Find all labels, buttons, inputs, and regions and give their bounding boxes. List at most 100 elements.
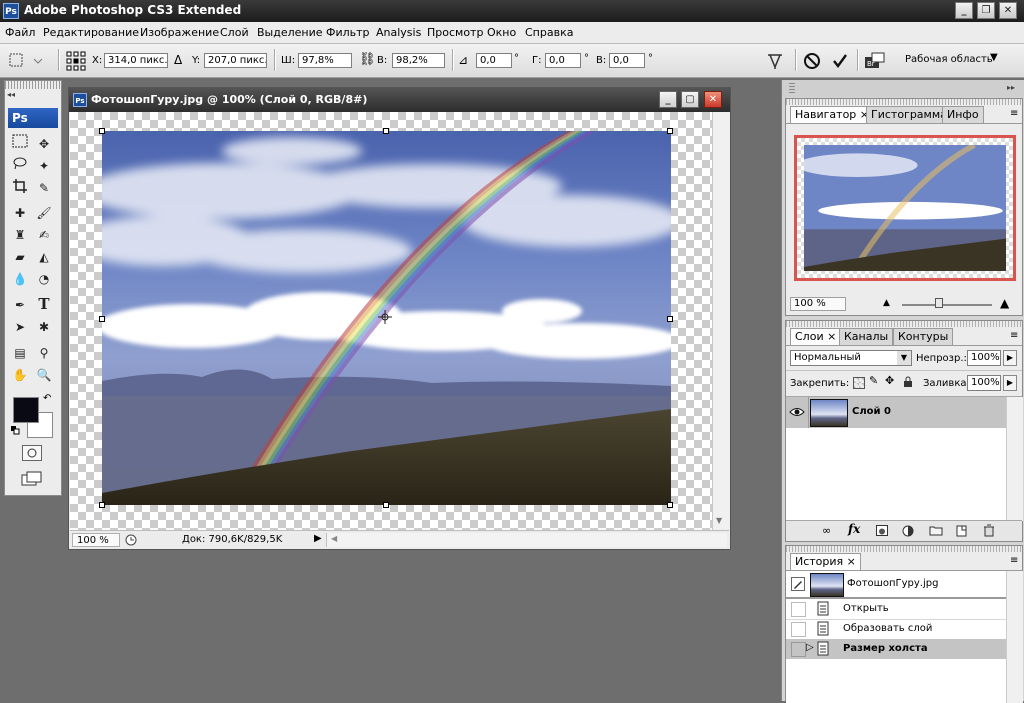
pen-tool-icon[interactable]: ✒	[9, 295, 31, 315]
transform-handle[interactable]	[99, 316, 105, 322]
x-position-input[interactable]: 314,0 пикс.	[104, 53, 168, 68]
zoom-out-icon[interactable]: ▲	[883, 298, 890, 308]
default-colors-icon[interactable]	[11, 425, 20, 435]
collapse-arrows-icon[interactable]: ◂◂	[7, 90, 15, 99]
fill-slider-arrow-icon[interactable]: ▶	[1003, 375, 1017, 391]
brush-tool-icon[interactable]: 🖌	[33, 203, 55, 223]
history-snapshot-row[interactable]: ФотошопГуру.jpg	[786, 571, 1006, 599]
restore-button[interactable]: ❐	[977, 2, 995, 19]
dock-collapse-icon[interactable]: ▸▸	[1007, 83, 1015, 92]
opacity-input[interactable]: 100%	[967, 350, 1001, 366]
crop-tool-icon[interactable]	[9, 178, 31, 198]
path-selection-icon[interactable]: ➤	[9, 317, 31, 337]
zoom-slider-track[interactable]	[902, 304, 992, 306]
tab-histogram[interactable]: Гистограмма	[866, 106, 952, 123]
warp-mode-icon[interactable]	[765, 51, 785, 71]
lock-transparency-icon[interactable]	[853, 377, 865, 389]
clone-stamp-icon[interactable]: ♜	[9, 225, 31, 245]
new-layer-icon[interactable]	[956, 525, 968, 537]
menu-select[interactable]: Выделение	[257, 26, 323, 39]
trash-icon[interactable]	[983, 524, 995, 537]
vertical-skew-input[interactable]: 0,0	[609, 53, 645, 68]
eyedropper-tool-icon[interactable]: ⚲	[33, 343, 55, 363]
navigator-zoom-field[interactable]: 100 %	[790, 297, 846, 311]
layer-name[interactable]: Слой 0	[852, 406, 891, 417]
doc-close-button[interactable]: ✕	[704, 91, 722, 108]
close-tab-icon[interactable]: ×	[847, 555, 856, 568]
layers-scrollbar[interactable]	[1006, 397, 1023, 521]
custom-shape-icon[interactable]: ✱	[33, 317, 55, 337]
doc-minimize-button[interactable]: _	[659, 91, 677, 108]
history-source-brush-icon[interactable]	[791, 577, 805, 591]
transform-handle[interactable]	[667, 316, 673, 322]
transform-handle[interactable]	[383, 502, 389, 508]
type-tool-icon[interactable]: T	[33, 295, 55, 315]
history-state-checkbox[interactable]	[791, 622, 806, 637]
menu-analysis[interactable]: Analysis	[376, 26, 421, 39]
tools-ps-logo[interactable]: Ps	[8, 108, 58, 128]
document-title-bar[interactable]: Ps ФотошопГуру.jpg @ 100% (Слой 0, RGB/8…	[69, 88, 730, 112]
history-brush-icon[interactable]: ✍	[33, 225, 55, 245]
panel-grip[interactable]	[5, 81, 61, 89]
doc-maximize-button[interactable]: ▢	[681, 91, 699, 108]
lock-pixels-icon[interactable]: ✎	[869, 374, 878, 387]
menu-help[interactable]: Справка	[525, 26, 573, 39]
dock-header[interactable]: ▸▸	[782, 80, 1024, 97]
dodge-tool-icon[interactable]: ◔	[33, 269, 55, 289]
commit-checkmark-icon[interactable]	[831, 52, 849, 70]
close-tab-icon[interactable]: ×	[827, 330, 836, 343]
transform-center-point-icon[interactable]	[378, 310, 392, 324]
link-chain-icon[interactable]: ⛓	[359, 52, 376, 67]
link-icon[interactable]: ∞	[822, 524, 831, 537]
dock-grip[interactable]	[789, 83, 795, 94]
history-item-active[interactable]: ▷ Размер холста	[786, 639, 1006, 659]
cancel-icon[interactable]	[803, 52, 821, 70]
fx-icon[interactable]: fx	[848, 522, 860, 536]
transform-handle[interactable]	[99, 128, 105, 134]
lock-all-icon[interactable]	[903, 376, 913, 387]
menu-layer[interactable]: Слой	[220, 26, 249, 39]
hand-tool-icon[interactable]: ✋	[9, 365, 31, 385]
history-state-slider-icon[interactable]: ▷	[806, 642, 814, 653]
mask-icon[interactable]	[876, 525, 888, 536]
blur-tool-icon[interactable]: 💧	[9, 269, 31, 289]
panel-menu-icon[interactable]: ≡	[1010, 555, 1018, 566]
close-button[interactable]: ✕	[999, 2, 1017, 19]
zoom-tool-icon[interactable]: 🔍	[33, 365, 55, 385]
bridge-icon[interactable]: Br	[864, 51, 888, 71]
scroll-left-arrow-icon[interactable]: ◀	[331, 534, 337, 543]
transform-handle[interactable]	[99, 502, 105, 508]
fill-input[interactable]: 100%	[967, 375, 1001, 391]
menu-window[interactable]: Окно	[487, 26, 516, 39]
horizontal-skew-input[interactable]: 0,0	[545, 53, 581, 68]
transform-handle[interactable]	[667, 128, 673, 134]
adjustment-icon[interactable]	[902, 525, 914, 537]
status-clock-icon[interactable]	[124, 533, 140, 547]
minimize-button[interactable]: _	[955, 2, 973, 19]
history-state-checkbox[interactable]	[791, 602, 806, 617]
history-state-checkbox[interactable]	[791, 642, 806, 657]
reference-point-icon[interactable]	[66, 51, 86, 71]
quick-mask-icon[interactable]	[22, 445, 42, 461]
scroll-down-arrow-icon[interactable]: ▼	[716, 516, 722, 525]
screen-mode-icon[interactable]	[21, 471, 45, 487]
swap-colors-icon[interactable]: ↶	[43, 393, 51, 404]
tool-preset-picker[interactable]	[6, 51, 46, 69]
lasso-tool-icon[interactable]	[9, 156, 31, 176]
panel-menu-icon[interactable]: ≡	[1010, 108, 1018, 119]
marquee-tool-icon[interactable]	[9, 134, 31, 154]
tab-layers[interactable]: Слои ×	[790, 328, 842, 345]
zoom-level-field[interactable]: 100 %	[72, 533, 120, 547]
history-item[interactable]: Открыть	[786, 599, 1006, 620]
panel-menu-icon[interactable]: ≡	[1010, 330, 1018, 341]
tab-history[interactable]: История ×	[790, 553, 861, 570]
tab-channels[interactable]: Каналы	[839, 328, 894, 345]
menu-view[interactable]: Просмотр	[427, 26, 483, 39]
blend-mode-dropdown-icon[interactable]: ▼	[897, 351, 911, 365]
magic-wand-icon[interactable]: ✦	[33, 156, 55, 176]
navigator-view-frame[interactable]	[794, 135, 1016, 281]
canvas-area[interactable]	[70, 112, 712, 530]
layer-visibility-eye-icon[interactable]	[786, 397, 809, 428]
layer-row[interactable]: Слой 0	[786, 397, 1006, 428]
healing-brush-icon[interactable]: ✚	[9, 203, 31, 223]
